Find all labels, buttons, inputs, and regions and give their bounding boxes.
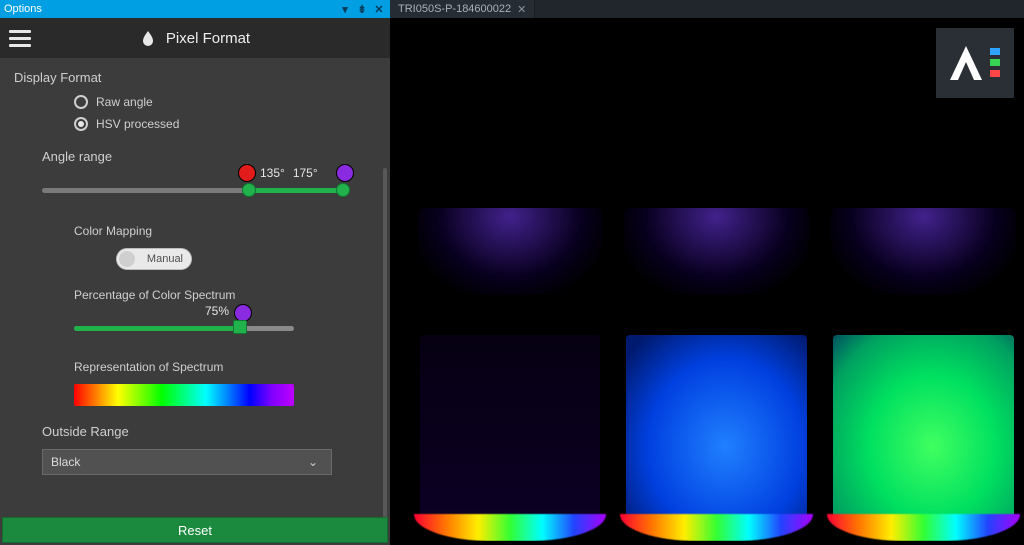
radio-icon [74, 95, 88, 109]
slider-fill [74, 326, 239, 331]
percent-spectrum-value: 75% [205, 304, 229, 318]
preview-glass-2 [616, 208, 817, 541]
color-mapping-label: Color Mapping [74, 224, 376, 238]
preview-glass-1 [410, 208, 610, 541]
reset-button[interactable]: Reset [2, 517, 388, 543]
radio-hsv-label: HSV processed [96, 117, 179, 131]
angle-range-slider[interactable]: 135° 175° [42, 174, 376, 206]
outside-range-dropdown[interactable]: Black ⌄ [42, 449, 332, 475]
radio-raw-angle[interactable]: Raw angle [74, 95, 376, 109]
menu-icon[interactable] [0, 30, 40, 47]
angle-range-low-value: 135° [260, 166, 285, 180]
brand-logo [936, 28, 1014, 98]
angle-range-high-handle[interactable] [336, 183, 350, 197]
percent-spectrum-slider[interactable]: 75% [74, 312, 376, 342]
angle-range-low-endpoint[interactable] [238, 164, 256, 182]
preview-glass-3 [823, 208, 1024, 541]
close-icon[interactable]: ✕ [517, 3, 526, 16]
radio-icon [74, 117, 88, 131]
panel-header: Pixel Format [0, 18, 390, 58]
percent-spectrum-label: Percentage of Color Spectrum [74, 288, 376, 302]
viewer-canvas[interactable] [390, 18, 1024, 545]
color-mapping-mode-label: Manual [147, 253, 183, 265]
pixel-format-icon [140, 30, 156, 46]
preview-image [410, 208, 1024, 541]
angle-range-high-value: 175° [293, 166, 318, 180]
spectrum-bar [74, 384, 294, 406]
panel-title: Pixel Format [166, 30, 250, 47]
radio-hsv-processed[interactable]: HSV processed [74, 117, 376, 131]
dropdown-icon[interactable]: ▾ [338, 2, 352, 16]
close-panel-icon[interactable]: ✕ [372, 2, 386, 16]
reset-button-label: Reset [178, 523, 212, 538]
color-mapping-toggle[interactable]: Manual [116, 248, 192, 270]
viewer-tab-label: TRI050S-P-184600022 [398, 3, 511, 15]
chevron-down-icon: ⌄ [303, 455, 323, 469]
representation-label: Representation of Spectrum [74, 360, 376, 374]
angle-range-low-handle[interactable] [242, 183, 256, 197]
options-titlebar: Options ▾ ⇟ ✕ [0, 0, 390, 18]
viewer-pane: TRI050S-P-184600022 ✕ [390, 0, 1024, 545]
viewer-tabbar: TRI050S-P-184600022 ✕ [390, 0, 1024, 18]
outside-range-selected: Black [51, 455, 80, 469]
panel-body: Display Format Raw angle HSV processed A… [0, 58, 390, 517]
viewer-tab[interactable]: TRI050S-P-184600022 ✕ [390, 0, 535, 18]
angle-range-label: Angle range [42, 149, 376, 164]
radio-raw-angle-label: Raw angle [96, 95, 153, 109]
panel-scrollbar[interactable] [383, 168, 387, 517]
percent-spectrum-handle[interactable] [233, 320, 247, 334]
outside-range-label: Outside Range [42, 424, 376, 439]
slider-fill [248, 188, 342, 193]
display-format-label: Display Format [14, 70, 376, 85]
options-panel: Options ▾ ⇟ ✕ Pixel Format Display Forma… [0, 0, 390, 545]
options-titlebar-label: Options [4, 3, 42, 15]
angle-range-high-endpoint[interactable] [336, 164, 354, 182]
pin-icon[interactable]: ⇟ [355, 2, 369, 16]
